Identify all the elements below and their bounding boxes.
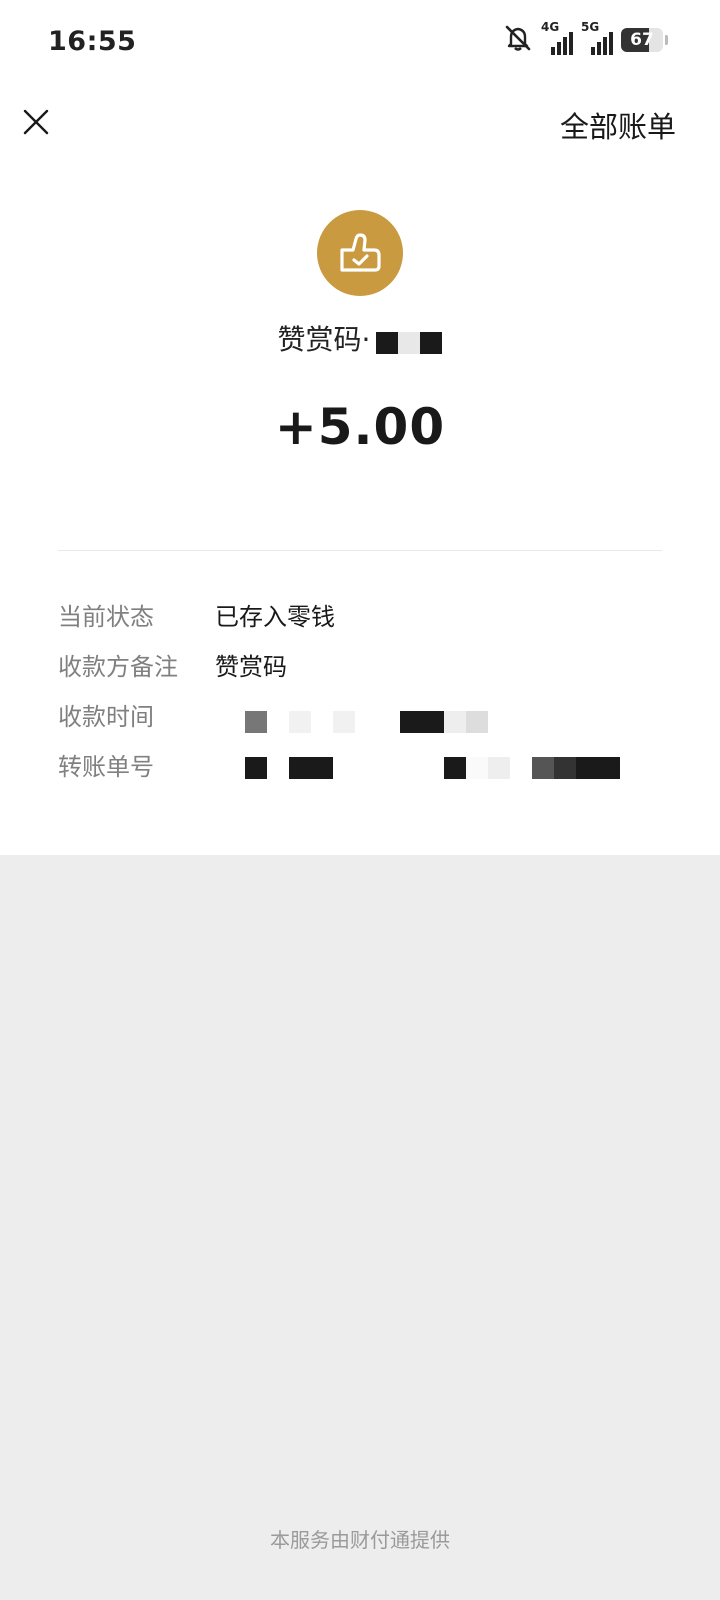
detail-row-time: 收款时间 bbox=[58, 694, 215, 734]
status-time: 16:55 bbox=[48, 26, 137, 57]
all-bills-link[interactable]: 全部账单 bbox=[560, 104, 676, 146]
detail-row-transfer-no: 转账单号 bbox=[58, 744, 215, 784]
signal-5g-icon: 5G bbox=[581, 21, 613, 55]
status-icons: 4G 5G 67 bbox=[503, 21, 668, 56]
close-icon bbox=[23, 109, 49, 135]
reward-code-avatar bbox=[317, 210, 403, 296]
battery-icon: 67 bbox=[621, 28, 663, 52]
service-provider-note: 本服务由财付通提供 bbox=[270, 1528, 450, 1552]
amount: +5.00 bbox=[274, 398, 446, 456]
bill-detail-card: 16:55 4G 5G 67 全部账单 赞赏码· +5.00 当前状态 已存入零… bbox=[0, 0, 720, 855]
battery-level: 67 bbox=[630, 30, 654, 50]
detail-label: 收款方备注 bbox=[58, 652, 178, 681]
signal-4g-icon: 4G bbox=[541, 21, 573, 55]
payer-prefix: 赞赏码· bbox=[277, 323, 371, 356]
detail-value: 已存入零钱 bbox=[215, 602, 335, 631]
battery-tip bbox=[665, 35, 668, 45]
detail-label: 转账单号 bbox=[58, 752, 154, 781]
divider bbox=[58, 550, 662, 551]
mute-bell-icon bbox=[503, 24, 533, 56]
detail-label: 收款时间 bbox=[58, 702, 154, 731]
close-button[interactable] bbox=[20, 106, 52, 138]
payer-name-redacted bbox=[376, 325, 443, 358]
detail-row-remark: 收款方备注 赞赏码 bbox=[58, 644, 287, 684]
payer-name: 赞赏码· bbox=[0, 318, 720, 358]
detail-row-status: 当前状态 已存入零钱 bbox=[58, 594, 335, 634]
thumbs-up-check-icon bbox=[340, 233, 381, 272]
detail-label: 当前状态 bbox=[58, 602, 154, 631]
detail-value: 赞赏码 bbox=[215, 652, 287, 681]
